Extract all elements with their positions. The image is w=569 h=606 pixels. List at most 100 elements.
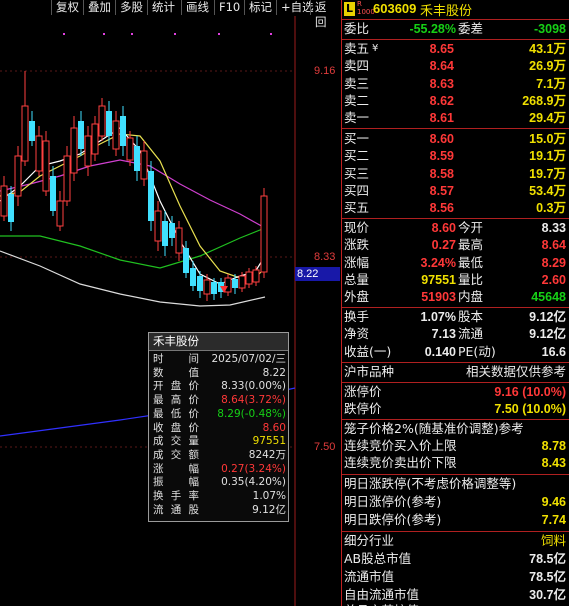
current-price-tag: 8.22 — [297, 268, 319, 280]
stat-label: 收益(一) — [344, 343, 392, 359]
quote-value: 3.24% — [420, 255, 456, 270]
ask-price[interactable]: 8.63 — [402, 76, 454, 92]
stock-r-badge: R — [357, 0, 362, 8]
toolbar-back-button[interactable]: 返回 — [310, 0, 340, 29]
price-label-916: 9.16 — [314, 65, 336, 77]
weicha-value: -3098 — [534, 22, 566, 36]
bid-level-label: 买五 — [344, 200, 370, 216]
ask-volume: 268.9万 — [522, 93, 566, 108]
stat-label: 股本 — [458, 309, 484, 324]
tooltip-row: 最低价 8.29(-0.48%) — [149, 408, 288, 420]
ask-level-label: 卖三 — [344, 75, 370, 91]
stat-label: PE(动) — [458, 343, 496, 359]
stat-label: 换手 — [344, 309, 370, 324]
ask-level-label: 卖五 — [344, 41, 370, 56]
tooltip-row-key: 流通股 — [153, 503, 199, 516]
quote-value: 8.29 — [541, 255, 566, 270]
tooltip-row-value: 8.22 — [262, 366, 286, 379]
quote-value: 8.33 — [541, 221, 566, 235]
tooltip-row-key: 换手率 — [153, 490, 199, 502]
market-type-label: 沪市品种 — [344, 364, 395, 379]
bid-volume: 15.0万 — [529, 132, 566, 146]
bid-volume: 0.3万 — [536, 201, 566, 216]
ask-level-label: 卖一 — [344, 110, 370, 126]
cage-sell-label: 连续竞价卖出价下限 — [344, 455, 457, 470]
industry-value[interactable]: 饲料 — [492, 533, 566, 549]
quote-label: 内盘 — [458, 289, 484, 305]
stat-label: 流通 — [458, 326, 484, 342]
toolbar-multistock-button[interactable]: 多股 — [115, 0, 147, 15]
industry-label: 细分行业 — [344, 533, 395, 548]
weibi-value: -55.28% — [409, 22, 456, 36]
stat-label: 净资 — [344, 326, 370, 342]
quote-value: 2.60 — [541, 272, 566, 287]
stat-value: 1.07% — [420, 310, 456, 324]
tooltip-row-key: 成交量 — [153, 435, 199, 448]
ask-level-label: 卖二 — [344, 92, 370, 108]
ask-price[interactable]: 8.64 — [402, 58, 454, 74]
limit-up-value: 9.16 (10.0%) — [494, 385, 566, 399]
tomorrow-down-value: 7.74 — [541, 513, 566, 527]
ask-volume: 26.9万 — [529, 59, 566, 74]
stat-value: 9.12亿 — [529, 310, 566, 324]
stock-level-badge: L — [344, 2, 355, 16]
quote-label: 涨跌 — [344, 237, 370, 253]
bid-price[interactable]: 8.60 — [402, 131, 454, 147]
cage-sell-value: 8.43 — [541, 456, 566, 470]
stock-code: 603609 — [373, 1, 417, 16]
stat-value: 9.12亿 — [529, 327, 566, 342]
quote-label: 最高 — [458, 237, 484, 253]
tooltip-row-value: 8.64(3.72%) — [221, 394, 286, 407]
bid-volume: 19.1万 — [529, 149, 566, 164]
quote-value: 45648 — [531, 290, 566, 305]
tooltip-row-value: 8.33(0.00%) — [221, 380, 286, 393]
tooltip-row: 换手率 1.07% — [149, 490, 288, 502]
tooltip-row-value: 97551 — [252, 435, 286, 448]
ask-volume: 43.1万 — [529, 42, 566, 56]
limit-down-value: 7.50 (10.0%) — [494, 402, 566, 416]
tooltip-row: 涨幅 0.27(3.24%) — [149, 463, 288, 475]
tooltip-row-key: 成交额 — [153, 448, 199, 461]
tooltip-row: 成交额 8242万 — [149, 449, 288, 461]
toolbar-draw-button[interactable]: 画线 — [181, 0, 213, 15]
bid-level-label: 买一 — [344, 131, 370, 146]
bid-price[interactable]: 8.56 — [402, 200, 454, 216]
toolbar-stats-button[interactable]: 统计 — [147, 0, 179, 15]
weibi-label: 委比 — [344, 21, 370, 36]
toolbar-f10-button[interactable]: F10 — [214, 0, 244, 15]
tooltip-row-value: 8.29(-0.48%) — [217, 407, 286, 420]
free-float-marketcap-label: 自由流通市值 — [344, 587, 420, 602]
bid-price[interactable]: 8.58 — [402, 166, 454, 182]
bid-price[interactable]: 8.57 — [402, 183, 454, 199]
quote-label: 现价 — [344, 220, 370, 235]
bid-price[interactable]: 8.59 — [402, 148, 454, 164]
quote-value: 8.60 — [431, 221, 456, 235]
quote-label: 外盘 — [344, 289, 370, 305]
free-float-marketcap-value: 30.7亿 — [529, 588, 566, 602]
quote-panel: L R 1000 603609 禾丰股份 委比 -55.28% 委差 -3098… — [341, 0, 569, 606]
toolbar-fuquan-button[interactable]: 复权 — [51, 0, 83, 15]
ask-price[interactable]: 8.62 — [402, 93, 454, 109]
chart-toolbar: 复权 叠加 多股 统计 画线 F10 标记 +自选 返回 — [0, 0, 340, 29]
tooltip-row: 时间 2025/07/02/三 — [149, 353, 288, 365]
quote-label: 涨幅 — [344, 254, 370, 270]
tooltip-title: 禾丰股份 — [149, 333, 288, 351]
reference-note: 相关数据仅供参考 — [465, 364, 566, 379]
toolbar-mark-button[interactable]: 标记 — [244, 0, 276, 15]
ask-price[interactable]: 8.61 — [402, 110, 454, 126]
tomorrow-up-label: 明日涨停价(参考) — [344, 494, 442, 509]
bid-volume: 53.4万 — [529, 183, 566, 198]
quote-label: 总量 — [344, 271, 370, 287]
cage-buy-value: 8.78 — [541, 439, 566, 453]
toolbar-overlay-button[interactable]: 叠加 — [83, 0, 115, 15]
cage-buy-label: 连续竞价买入价上限 — [344, 438, 457, 453]
ask-level-label: 卖四 — [344, 58, 370, 74]
stock-name: 禾丰股份 — [420, 4, 473, 19]
tooltip-row-value: 9.12亿 — [252, 503, 286, 516]
tooltip-row-value: 8242万 — [248, 448, 286, 461]
tooltip-row: 开盘价 8.33(0.00%) — [149, 380, 288, 392]
float-marketcap-label: 流通市值 — [344, 569, 395, 584]
ask-price[interactable]: 8.65 — [402, 41, 454, 57]
ab-marketcap-label: AB股总市值 — [344, 551, 412, 566]
weicha-label: 委差 — [458, 21, 484, 36]
